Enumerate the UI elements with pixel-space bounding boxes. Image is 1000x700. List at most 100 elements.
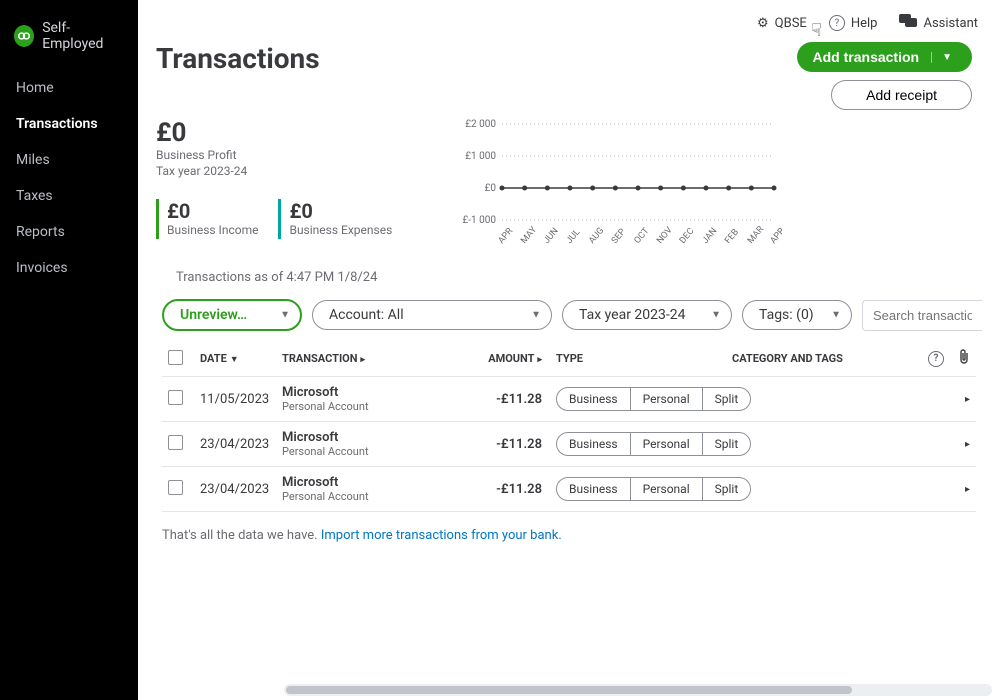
row-amount: -£11.28 [442, 437, 542, 452]
type-personal-button[interactable]: Personal [630, 478, 702, 500]
income-label: Business Income [167, 223, 258, 239]
row-account: Personal Account [282, 445, 442, 458]
col-header-amount[interactable]: Amount▸ [442, 352, 542, 365]
page-title: Transactions [156, 42, 320, 75]
filter-bar: Unreview… ▼ Account: All ▼ Tax year 2023… [156, 297, 982, 341]
type-business-button[interactable]: Business [557, 433, 630, 455]
sort-icon: ▸ [361, 355, 366, 365]
chevron-down-icon: ▼ [831, 310, 841, 321]
income-stat: £0 Business Income [156, 199, 258, 239]
svg-text:£2 000: £2 000 [466, 119, 497, 130]
account-filter[interactable]: Account: All ▼ [312, 300, 552, 330]
help-button[interactable]: ? Help [829, 15, 878, 31]
row-checkbox[interactable] [168, 435, 183, 450]
assistant-label: Assistant [923, 16, 978, 31]
status-filter-label: Unreview… [180, 307, 247, 323]
help-label: Help [851, 16, 878, 31]
svg-text:SEP: SEP [610, 227, 628, 246]
chevron-down-icon: ▼ [711, 310, 721, 321]
sort-desc-icon: ▼ [230, 355, 239, 365]
expand-row-icon[interactable]: ▸ [965, 439, 970, 450]
row-merchant: Microsoft [282, 475, 442, 490]
add-receipt-button[interactable]: Add receipt [831, 80, 972, 110]
row-merchant: Microsoft [282, 430, 442, 445]
sidebar-item-taxes[interactable]: Taxes [0, 178, 138, 214]
type-segment: BusinessPersonalSplit [556, 477, 751, 501]
settings-label: QBSE [775, 16, 807, 31]
brand-name: Self-Employed [42, 20, 124, 52]
status-filter[interactable]: Unreview… ▼ [162, 299, 302, 331]
svg-text:DEC: DEC [678, 226, 697, 245]
table-row[interactable]: 23/04/2023MicrosoftPersonal Account-£11.… [162, 467, 976, 512]
sidebar-item-reports[interactable]: Reports [0, 214, 138, 250]
account-filter-label: Account: All [329, 307, 404, 323]
col-header-category: Category and Tags [732, 352, 902, 365]
svg-text:MAR: MAR [746, 224, 766, 246]
svg-text:£-1 000: £-1 000 [463, 215, 497, 226]
expand-row-icon[interactable]: ▸ [965, 484, 970, 495]
gear-icon: ⚙ [757, 16, 769, 31]
svg-text:AUG: AUG [588, 226, 607, 246]
type-personal-button[interactable]: Personal [630, 433, 702, 455]
chevron-down-icon: ▼ [280, 310, 290, 321]
table-row[interactable]: 11/05/2023MicrosoftPersonal Account-£11.… [162, 377, 976, 422]
type-personal-button[interactable]: Personal [630, 388, 702, 410]
row-account: Personal Account [282, 490, 442, 503]
brand-logo-icon [14, 25, 34, 47]
type-business-button[interactable]: Business [557, 388, 630, 410]
profit-block: £0 Business Profit Tax year 2023-24 [156, 118, 392, 179]
help-icon[interactable]: ? [928, 351, 944, 367]
svg-text:OCT: OCT [633, 226, 652, 246]
sidebar-item-miles[interactable]: Miles [0, 142, 138, 178]
add-transaction-button[interactable]: Add transaction ▼ [797, 42, 972, 72]
search-input[interactable] [862, 300, 982, 331]
row-checkbox[interactable] [168, 480, 183, 495]
row-date: 23/04/2023 [200, 437, 282, 452]
col-header-date[interactable]: Date▼ [200, 352, 282, 365]
type-split-button[interactable]: Split [702, 388, 751, 410]
profit-label: Business Profit [156, 148, 392, 164]
type-split-button[interactable]: Split [702, 478, 751, 500]
content: Transactions Add transaction ▼ Add recei… [138, 38, 1000, 700]
type-business-button[interactable]: Business [557, 478, 630, 500]
col-header-transaction[interactable]: Transaction▸ [282, 352, 442, 365]
type-split-button[interactable]: Split [702, 433, 751, 455]
chat-icon [899, 14, 917, 32]
import-link[interactable]: Import more transactions from your bank. [321, 528, 562, 543]
table-row[interactable]: 23/04/2023MicrosoftPersonal Account-£11.… [162, 422, 976, 467]
settings-button[interactable]: ⚙ QBSE [757, 16, 807, 31]
svg-text:JAN: JAN [701, 226, 720, 246]
income-amount: £0 [167, 199, 258, 223]
paperclip-icon[interactable] [958, 349, 970, 368]
summary-row: £0 Business Profit Tax year 2023-24 £0 B… [156, 118, 982, 252]
help-icon: ? [829, 15, 845, 31]
row-checkbox[interactable] [168, 390, 183, 405]
expand-row-icon[interactable]: ▸ [965, 394, 970, 405]
type-segment: BusinessPersonalSplit [556, 387, 751, 411]
topbar: ⚙ QBSE ? Help Assistant [138, 0, 1000, 38]
sidebar-item-transactions[interactable]: Transactions [0, 106, 138, 142]
row-date: 23/04/2023 [200, 482, 282, 497]
expenses-label: Business Expenses [289, 223, 392, 239]
expenses-amount: £0 [289, 199, 392, 223]
select-all-checkbox[interactable] [168, 350, 183, 365]
col-header-type: Type [542, 352, 732, 365]
svg-text:£1 000: £1 000 [466, 151, 497, 162]
tags-filter[interactable]: Tags: (0) ▼ [742, 300, 852, 330]
timestamp-note: Transactions as of 4:47 PM 1/8/24 [156, 252, 982, 297]
add-transaction-label: Add transaction [813, 49, 920, 65]
profit-amount: £0 [156, 118, 392, 148]
row-merchant: Microsoft [282, 385, 442, 400]
expenses-stat: £0 Business Expenses [278, 199, 392, 239]
scrollbar-thumb[interactable] [286, 686, 852, 694]
row-account: Personal Account [282, 400, 442, 413]
chevron-down-icon[interactable]: ▼ [931, 52, 956, 63]
sidebar-item-home[interactable]: Home [0, 70, 138, 106]
assistant-button[interactable]: Assistant [899, 14, 978, 32]
tax-year-filter[interactable]: Tax year 2023-24 ▼ [562, 300, 732, 330]
table-header: Date▼ Transaction▸ Amount▸ Type Category… [162, 341, 976, 377]
horizontal-scrollbar[interactable] [284, 684, 992, 696]
sidebar-item-invoices[interactable]: Invoices [0, 250, 138, 286]
profit-chart: £2 000£1 000£0£-1 000APRMAYJUNJULAUGSEPO… [452, 118, 782, 252]
chevron-down-icon: ▼ [531, 310, 541, 321]
